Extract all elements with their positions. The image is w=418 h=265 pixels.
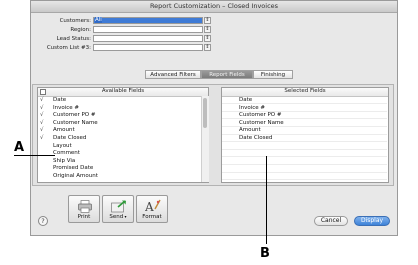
- customers-value: All: [95, 17, 102, 23]
- selected-field-label: Customer Name: [239, 119, 284, 126]
- available-field-row[interactable]: √ Customer Name: [38, 120, 198, 126]
- selected-field-label: Amount: [239, 127, 261, 134]
- available-field-row[interactable]: √ Invoice #: [38, 105, 198, 111]
- checkmark-icon[interactable]: √: [40, 135, 45, 141]
- available-field-row[interactable]: Promised Date: [38, 165, 198, 171]
- format-button[interactable]: A Format: [136, 195, 168, 223]
- region-field[interactable]: [93, 26, 203, 33]
- available-fields-rows: √ Date √ Invoice # √ Customer PO # √ Customer N…: [38, 97, 198, 182]
- available-field-label: Amount: [53, 127, 75, 134]
- printer-icon: [78, 200, 92, 213]
- selected-field-label: Date Closed: [239, 135, 273, 141]
- available-field-row[interactable]: Original Amount: [38, 173, 198, 179]
- lead-status-label: Lead Status:: [56, 36, 91, 42]
- selected-field-label: Date: [239, 97, 253, 103]
- send-label-text: Send: [109, 214, 124, 220]
- print-button[interactable]: Print: [68, 195, 100, 223]
- checkmark-icon[interactable]: √: [40, 120, 45, 126]
- custom-list-3-label: Custom List #3:: [46, 45, 91, 51]
- tab-report-fields[interactable]: Report Fields: [201, 70, 253, 79]
- available-field-label: Promised Date: [53, 165, 94, 172]
- available-fields-scrollbar[interactable]: [201, 96, 209, 182]
- available-field-row[interactable]: Comment: [38, 150, 198, 156]
- custom-list-3-field[interactable]: [93, 44, 203, 51]
- svg-text:A: A: [145, 200, 154, 213]
- customers-field[interactable]: All: [93, 17, 203, 24]
- callout-b-label: B: [260, 246, 270, 261]
- custom-list-3-dropdown-icon[interactable]: ⇕: [204, 44, 211, 51]
- available-fields-header: Available Fields: [38, 88, 208, 97]
- selected-field-row[interactable]: Date Closed: [222, 135, 387, 143]
- available-field-row[interactable]: √ Date Closed: [38, 135, 198, 141]
- send-icon: [111, 200, 126, 213]
- customers-label: Customers:: [59, 18, 91, 24]
- scrollbar-thumb[interactable]: [203, 98, 207, 128]
- selected-fields-header: Selected Fields: [222, 88, 388, 97]
- tab-finishing[interactable]: Finishing: [253, 70, 293, 79]
- cancel-button[interactable]: Cancel: [314, 216, 348, 226]
- checkmark-icon[interactable]: √: [40, 127, 45, 133]
- callout-a-line: [14, 155, 55, 156]
- selected-field-row[interactable]: [222, 143, 387, 150]
- callout-a-label: A: [14, 140, 25, 155]
- selected-field-row[interactable]: [222, 173, 387, 181]
- selected-field-label: Invoice #: [239, 104, 266, 111]
- available-field-label: Original Amount: [53, 173, 98, 179]
- send-label: Send ▾: [103, 214, 133, 220]
- available-field-row[interactable]: Ship Via: [38, 158, 198, 164]
- selected-field-row[interactable]: [222, 158, 387, 165]
- lead-status-field[interactable]: [93, 35, 203, 42]
- available-field-label: Customer PO #: [53, 112, 96, 119]
- send-menu-icon: ▾: [123, 214, 127, 219]
- available-field-label: Customer Name: [53, 119, 98, 126]
- available-field-row[interactable]: √ Date: [38, 97, 198, 103]
- available-field-label: Date Closed: [53, 135, 87, 141]
- title-bar: Report Customization – Closed Invoices: [31, 1, 397, 13]
- window-title: Report Customization – Closed Invoices: [149, 2, 279, 10]
- region-label: Region:: [70, 27, 91, 33]
- selected-field-label: Customer PO #: [239, 112, 282, 119]
- selected-field-row[interactable]: Customer PO #: [222, 112, 387, 120]
- selected-field-row[interactable]: Customer Name: [222, 120, 387, 127]
- format-label: Format: [142, 214, 162, 220]
- selected-field-row[interactable]: Date: [222, 97, 387, 105]
- selected-field-row[interactable]: [222, 165, 387, 173]
- available-fields-header-label: Available Fields: [101, 88, 145, 94]
- customers-dropdown-icon[interactable]: ⇕: [204, 17, 211, 24]
- available-field-row[interactable]: √ Customer PO #: [38, 112, 198, 118]
- available-field-label: Date: [53, 97, 67, 103]
- available-field-label: Layout: [53, 142, 72, 149]
- selected-field-row[interactable]: Amount: [222, 127, 387, 135]
- select-all-checkbox[interactable]: [40, 89, 46, 95]
- region-dropdown-icon[interactable]: ⇕: [204, 26, 211, 33]
- available-field-label: Comment: [53, 150, 80, 157]
- print-label: Print: [77, 214, 91, 220]
- selected-field-row[interactable]: [222, 150, 387, 158]
- checkmark-icon[interactable]: √: [40, 112, 45, 118]
- selected-fields-rows: Date Invoice # Customer PO # Customer Name A…: [222, 97, 387, 182]
- help-button[interactable]: ?: [38, 216, 48, 226]
- available-field-label: Ship Via: [53, 157, 76, 164]
- tab-advanced-filters[interactable]: Advanced Filters: [145, 70, 201, 79]
- selected-field-row[interactable]: Invoice #: [222, 105, 387, 112]
- lead-status-dropdown-icon[interactable]: ⇕: [204, 35, 211, 42]
- checkmark-icon[interactable]: √: [40, 97, 45, 103]
- format-icon: A: [145, 199, 161, 213]
- display-button[interactable]: Display: [354, 216, 390, 226]
- available-field-row[interactable]: √ Amount: [38, 127, 198, 133]
- callout-b-line: [266, 156, 267, 244]
- available-field-row[interactable]: Layout: [38, 143, 198, 149]
- available-field-label: Invoice #: [53, 104, 80, 111]
- checkmark-icon[interactable]: √: [40, 105, 45, 111]
- send-button[interactable]: Send ▾: [102, 195, 134, 223]
